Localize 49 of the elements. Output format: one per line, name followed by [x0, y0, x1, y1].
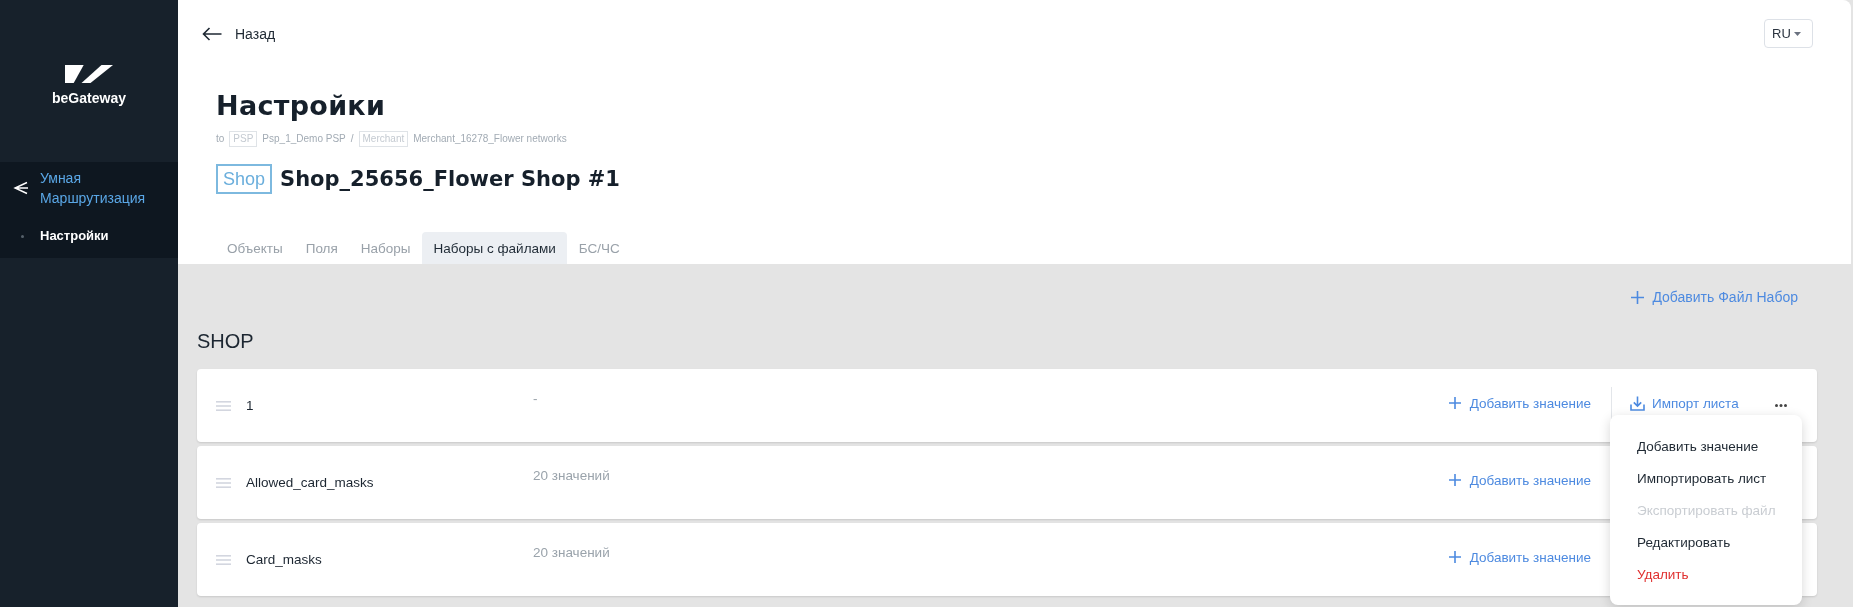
set-name: Allowed_card_masks	[246, 475, 375, 490]
set-name: Card_masks	[246, 552, 323, 567]
drag-handle-icon	[216, 400, 231, 411]
tab[interactable]: Наборы	[349, 232, 422, 264]
nav-section[interactable]: Умная Маршрутизация	[40, 168, 160, 208]
tab[interactable]: Поля	[294, 232, 350, 264]
section-title: SHOP	[197, 329, 255, 353]
menu-item[interactable]: Добавить значение	[1610, 430, 1802, 462]
breadcrumb-separator: /	[350, 132, 354, 146]
logo-text: beGateway	[52, 90, 126, 106]
type-tag: PSP	[229, 131, 258, 147]
import-button[interactable]: Импорт листа	[1630, 395, 1739, 411]
language-select[interactable]: RU	[1764, 19, 1813, 48]
nav-item[interactable]: Настройки	[40, 227, 109, 245]
back-link[interactable]: Назад	[202, 25, 276, 42]
type-tag: Shop	[216, 164, 273, 194]
breadcrumb-prefix: to	[216, 132, 225, 146]
entity-name: Shop_25656_Flower Shop #1	[280, 166, 620, 193]
menu-item[interactable]: Редактировать	[1610, 526, 1802, 558]
plus-icon	[1631, 290, 1645, 304]
set-name: 1	[246, 398, 255, 413]
value-count: -	[533, 391, 538, 407]
breadcrumb-link[interactable]: Merchant_16278_Flower networks	[413, 132, 567, 146]
add-value-button[interactable]: Добавить значение	[1448, 472, 1591, 488]
plus-icon	[1448, 474, 1461, 486]
value-count: 20 значений	[533, 468, 610, 484]
drag-handle-icon	[216, 554, 231, 565]
branch-icon	[13, 181, 28, 195]
value-count: 20 значений	[533, 545, 610, 561]
page-title: Настройки	[216, 90, 386, 122]
add-value-button[interactable]: Добавить значение	[1448, 549, 1591, 565]
caret-icon	[1793, 31, 1801, 36]
menu-item[interactable]: Импортировать лист	[1610, 462, 1802, 494]
add-value-button[interactable]: Добавить значение	[1448, 395, 1591, 411]
plus-icon	[1448, 397, 1461, 409]
tab[interactable]: БС/ЧС	[567, 232, 632, 264]
plus-icon	[1448, 551, 1461, 563]
download-icon	[1630, 395, 1645, 411]
tab[interactable]: Наборы с файлами	[422, 232, 568, 264]
tab[interactable]: Объекты	[215, 232, 295, 264]
type-tag: Merchant	[358, 131, 409, 147]
add-file-set-button[interactable]: Добавить Файл Набор	[1631, 287, 1798, 307]
logo-icon	[65, 65, 113, 83]
breadcrumb-link[interactable]: Psp_1_Demo PSP	[262, 132, 346, 146]
arrow-left-icon	[202, 26, 222, 41]
menu-item[interactable]: Удалить	[1610, 558, 1802, 590]
more-icon[interactable]	[1775, 404, 1787, 407]
bullet-icon	[21, 234, 24, 238]
drag-handle-icon	[216, 477, 231, 488]
